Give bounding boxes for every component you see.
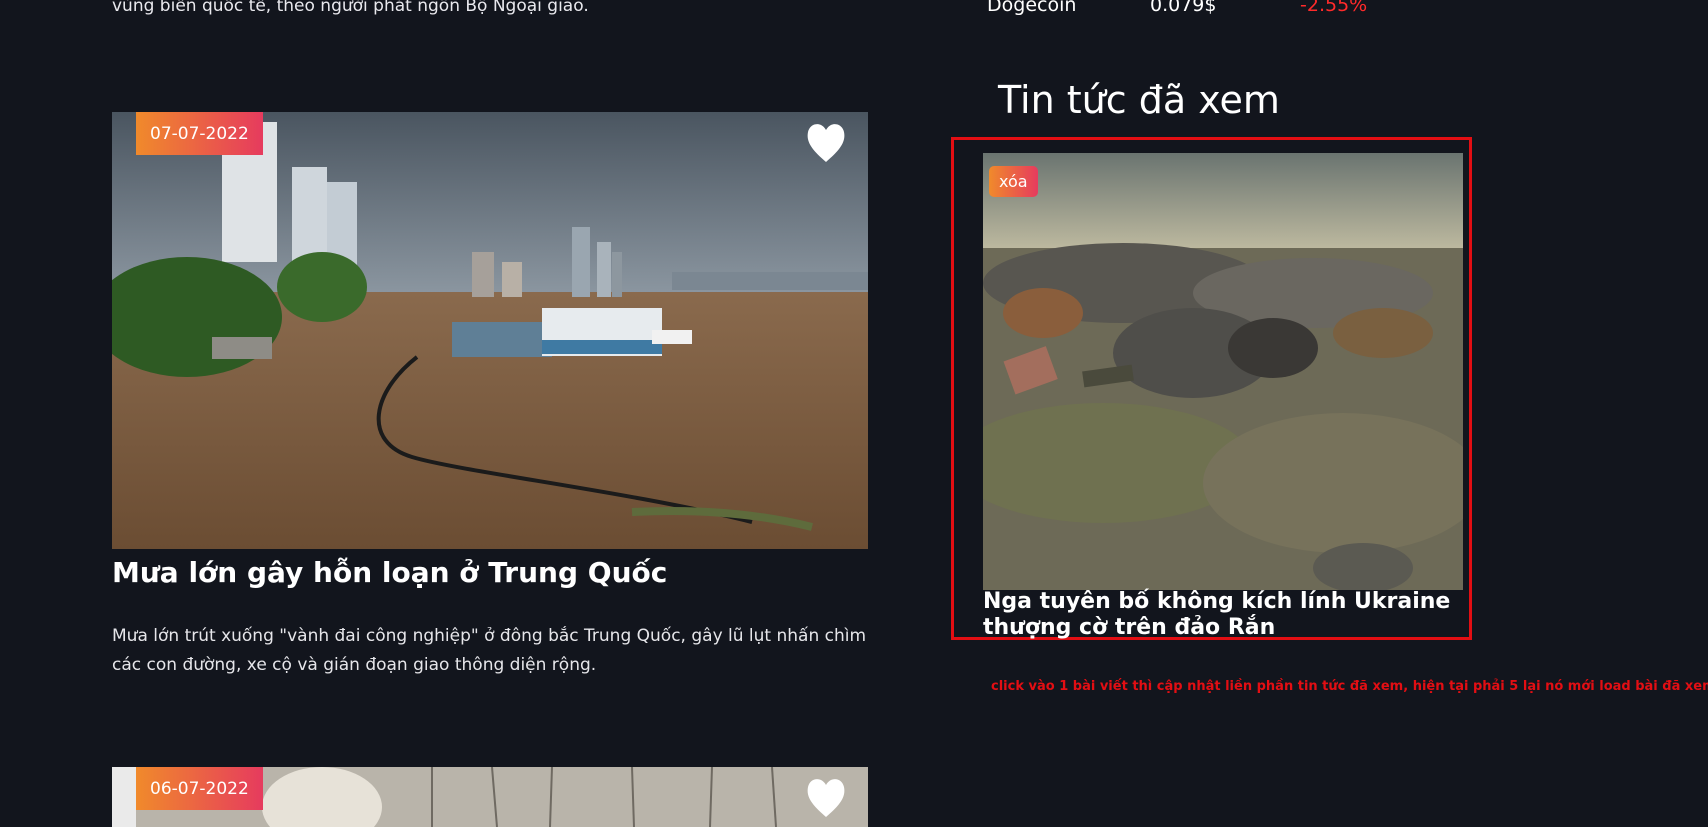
annotation-note: click vào 1 bài viết thì cập nhật liền p… [991,679,1708,694]
previous-article-snippet: vùng biển quốc tế, theo người phát ngôn … [112,0,589,16]
article-description: Mưa lớn trút xuống "vành đai công nghiệp… [112,626,867,675]
delete-button[interactable]: xóa [989,166,1038,197]
date-badge: 06-07-2022 [136,767,263,810]
viewed-news-heading: Tin tức đã xem [998,78,1280,122]
date-badge: 07-07-2022 [136,112,263,155]
article-image[interactable]: 07-07-2022 [112,112,868,549]
viewed-news-card[interactable]: xóa Nga tuyên bố không kích lính Ukraine… [951,137,1472,640]
flooded-river-photo [112,112,868,549]
article-image[interactable]: 06-07-2022 [112,767,868,827]
heart-icon[interactable] [806,120,846,166]
article-title[interactable]: Mưa lớn gây hỗn loạn ở Trung Quốc [112,556,667,589]
viewed-news-image[interactable]: xóa [983,153,1463,590]
crypto-change: -2.55% [1300,0,1368,16]
crypto-name: Dogecoin [987,0,1077,16]
viewed-news-title[interactable]: Nga tuyên bố không kích lính Ukraine thư… [983,589,1463,641]
crypto-price: 0.079$ [1150,0,1217,16]
rocky-shore-photo [983,153,1463,590]
heart-icon[interactable] [806,775,846,821]
